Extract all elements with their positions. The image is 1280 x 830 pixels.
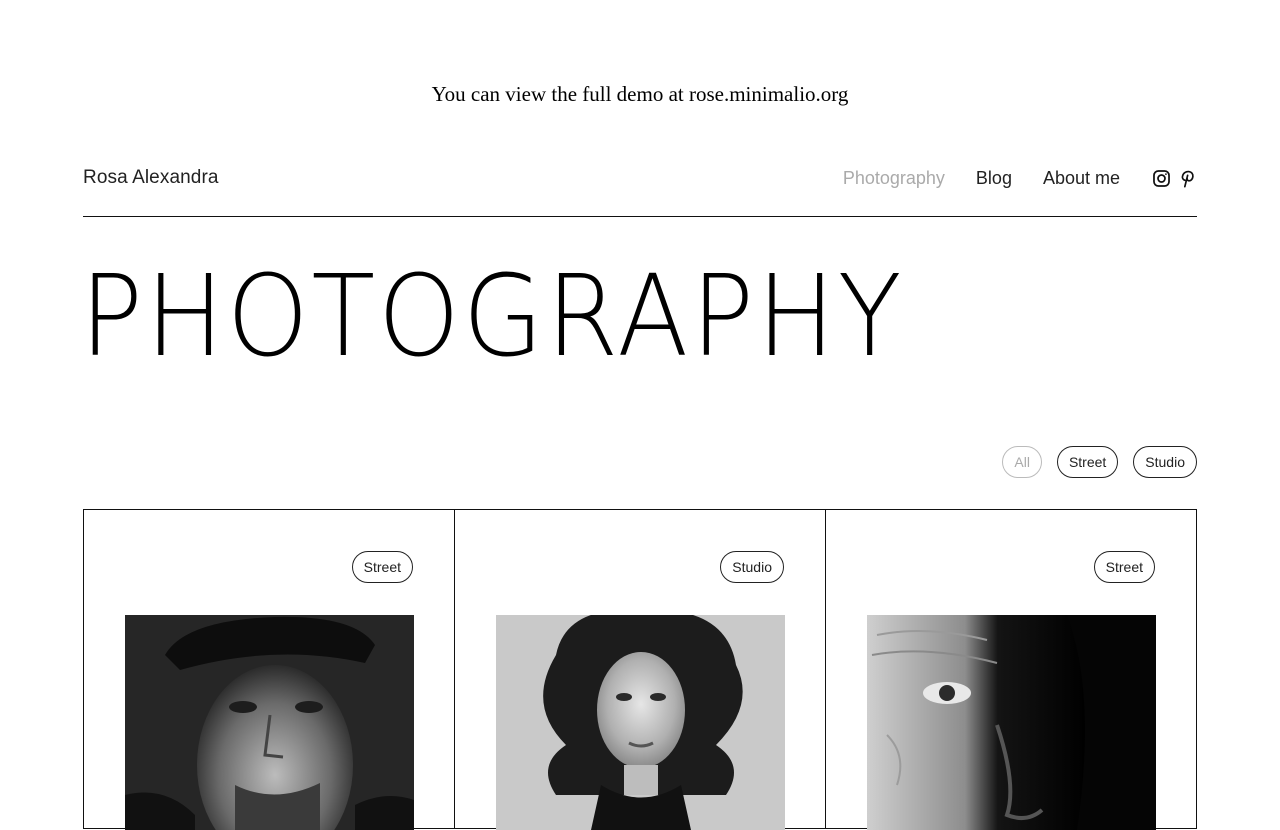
nav-item-blog[interactable]: Blog <box>976 168 1012 189</box>
filter-studio[interactable]: Studio <box>1133 446 1197 478</box>
category-filters: All Street Studio <box>1002 446 1197 478</box>
gallery-card[interactable]: Studio <box>455 510 826 830</box>
pinterest-icon[interactable] <box>1177 168 1197 188</box>
page-title: PHOTOGRAPHY <box>80 252 905 382</box>
instagram-icon[interactable] <box>1151 168 1171 188</box>
demo-banner: You can view the full demo at rose.minim… <box>431 82 849 106</box>
filter-all[interactable]: All <box>1002 446 1042 478</box>
site-header: Rosa Alexandra Photography Blog About me <box>83 160 1197 217</box>
category-badge[interactable]: Street <box>1093 551 1155 583</box>
portrait-photo[interactable] <box>125 615 414 830</box>
category-badge[interactable]: Studio <box>720 551 784 583</box>
gallery-card[interactable]: Street <box>84 510 455 830</box>
nav-item-photography[interactable]: Photography <box>843 168 945 189</box>
site-name[interactable]: Rosa Alexandra <box>83 160 219 196</box>
gallery-grid: Street Studio Street <box>83 509 1197 830</box>
portrait-photo[interactable] <box>867 615 1156 830</box>
category-badge[interactable]: Street <box>351 551 413 583</box>
social-links <box>1151 168 1197 188</box>
filter-street[interactable]: Street <box>1056 446 1119 478</box>
nav-item-about-me[interactable]: About me <box>1043 168 1120 189</box>
main-nav: Photography Blog About me <box>843 160 1197 196</box>
gallery-card[interactable]: Street <box>826 510 1196 830</box>
portrait-photo[interactable] <box>496 615 785 830</box>
